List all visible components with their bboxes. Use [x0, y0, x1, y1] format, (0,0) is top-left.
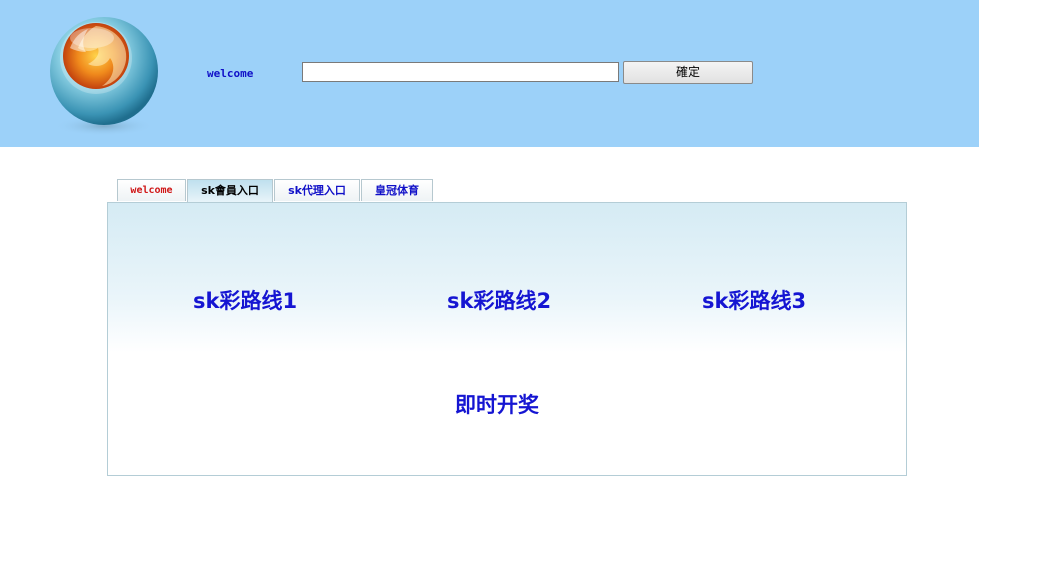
tab-crown-sports[interactable]: 皇冠体育 — [361, 179, 433, 201]
tab-member-entry[interactable]: sk會員入口 — [187, 179, 273, 203]
route-link-1[interactable]: sk彩路线1 — [193, 285, 297, 315]
route-link-2[interactable]: sk彩路线2 — [447, 285, 551, 315]
tab-agent-entry[interactable]: sk代理入口 — [274, 179, 360, 201]
tab-content-panel: sk彩路线1 sk彩路线2 sk彩路线3 即时开奖 — [107, 202, 907, 476]
header-banner: welcome 確定 — [0, 0, 979, 147]
tab-welcome[interactable]: welcome — [117, 179, 186, 201]
confirm-button[interactable]: 確定 — [623, 61, 753, 84]
route-link-3[interactable]: sk彩路线3 — [702, 285, 806, 315]
firefox-logo-icon — [50, 17, 158, 136]
instant-lottery-link[interactable]: 即时开奖 — [455, 389, 539, 419]
search-input[interactable] — [302, 62, 619, 82]
welcome-label: welcome — [207, 67, 254, 80]
